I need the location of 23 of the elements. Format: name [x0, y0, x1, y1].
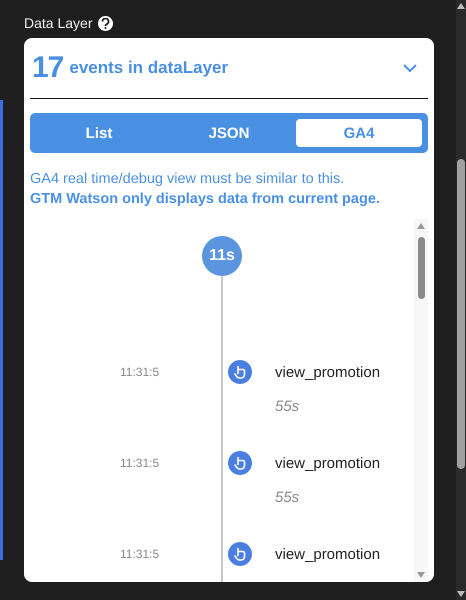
tap-icon [228, 360, 252, 384]
event-duration: 55s [275, 398, 300, 415]
scrollbar[interactable] [414, 219, 428, 582]
event-time: 11:31:5 [119, 456, 160, 470]
notice-text: GA4 real time/debug view must be similar to this. GTM Watson only displays data from current page. [30, 170, 381, 209]
panel-title: Data Layer [24, 15, 92, 31]
event-count-label: events in dataLayer [69, 58, 230, 78]
scroll-up-icon[interactable] [457, 3, 465, 9]
event-name[interactable]: view_promotion [275, 454, 414, 472]
event-count: 17 [32, 51, 64, 85]
event-time: 11:31:5 [119, 547, 160, 561]
scroll-thumb[interactable] [418, 237, 424, 299]
time-marker: 11s [202, 236, 242, 276]
tap-icon [228, 542, 252, 566]
page-scrollbar[interactable] [456, 0, 466, 600]
event-name[interactable]: view_promotion [275, 364, 414, 380]
scroll-thumb[interactable] [457, 159, 465, 469]
event-name[interactable]: view_promotion [275, 546, 414, 562]
event-time: 11:31:5 [119, 365, 160, 379]
scroll-down-icon[interactable] [457, 591, 465, 597]
tap-icon [228, 451, 252, 475]
event-duration: 55s [275, 489, 300, 506]
help-icon[interactable] [98, 16, 114, 30]
